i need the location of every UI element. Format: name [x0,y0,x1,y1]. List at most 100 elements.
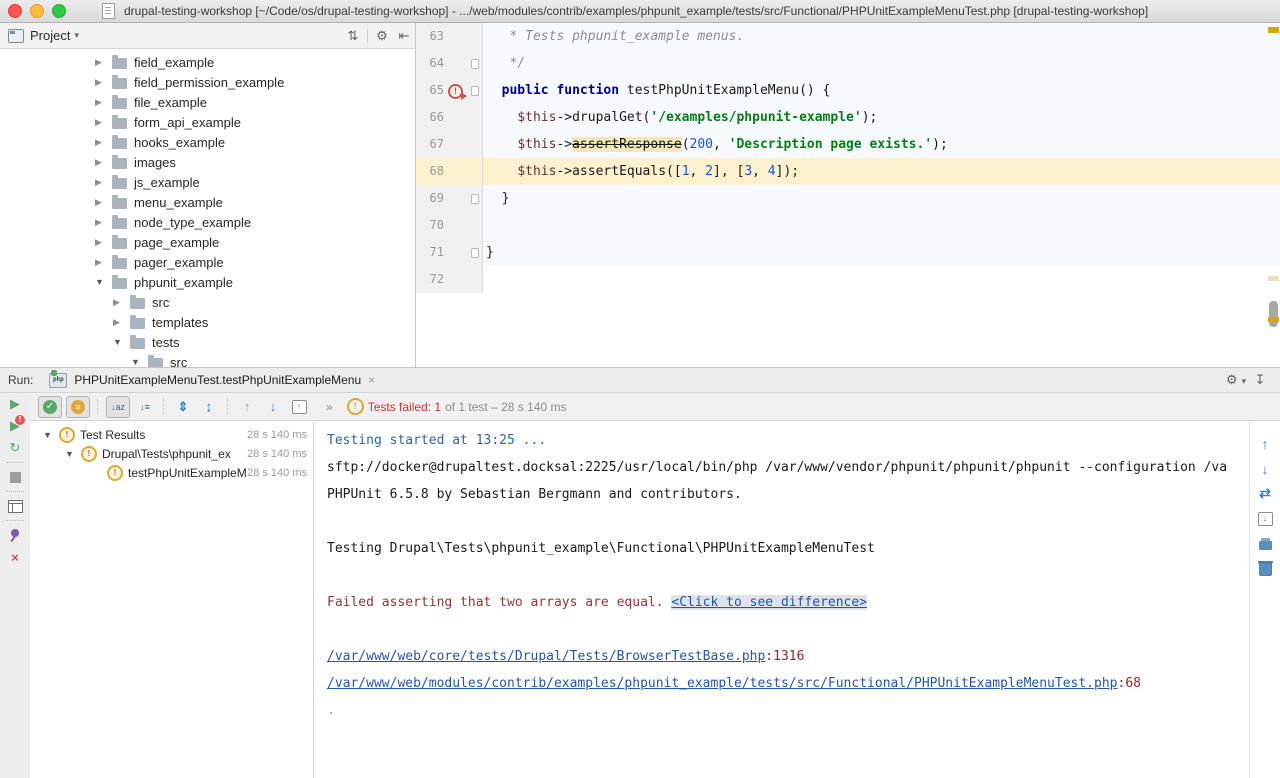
rerun-button[interactable]: ▶ [0,393,30,415]
close-panel-button[interactable]: × [0,546,30,568]
collapsed-arrow-icon[interactable]: ▶ [95,217,112,228]
fold-handle-icon[interactable] [471,86,479,96]
editor-line[interactable]: 64 */ [416,50,1280,77]
expanded-arrow-icon[interactable]: ▼ [131,357,148,367]
collapsed-arrow-icon[interactable]: ▶ [113,297,130,308]
collapsed-arrow-icon[interactable]: ▶ [95,157,112,168]
run-tab[interactable]: php PHPUnitExampleMenuTest.testPhpUnitEx… [49,373,375,388]
editor-line[interactable]: 66 $this->drupalGet('/examples/phpunit-e… [416,104,1280,131]
tree-item-hooks_example[interactable]: ▶hooks_example [0,132,415,152]
stop-button[interactable] [0,466,30,488]
previous-failed-test-button[interactable]: ↑ [236,397,258,417]
stacktrace-link[interactable]: /var/www/web/core/tests/Drupal/Tests/Bro… [327,649,765,664]
toolbar-overflow-chevron[interactable]: » [326,400,333,414]
rerun-failed-tests-button[interactable]: ▶! [0,415,30,437]
collapsed-arrow-icon[interactable]: ▶ [95,117,112,128]
tree-item-pager_example[interactable]: ▶pager_example [0,252,415,272]
scroll-to-end-button[interactable]: ↓ [1258,506,1273,531]
up-stack-trace-button[interactable]: ↑ [1262,431,1269,456]
test-failed-gutter-icon[interactable]: ! [448,84,463,99]
tree-item-src[interactable]: ▼src [0,352,415,367]
print-button[interactable] [1259,531,1272,556]
collapsed-arrow-icon[interactable]: ▶ [95,77,112,88]
project-panel-title[interactable]: Project [30,28,70,43]
tree-item-label: field_example [134,55,214,70]
gear-icon[interactable]: ⚙ [371,28,393,44]
collapsed-arrow-icon[interactable]: ▶ [95,237,112,248]
editor-line[interactable]: 70 [416,212,1280,239]
hide-panel-icon[interactable]: ⇤ [393,28,415,44]
close-tab-icon[interactable]: × [368,373,375,387]
stacktrace-link[interactable]: /var/www/web/modules/contrib/examples/ph… [327,676,1118,691]
test-tree-item[interactable]: ▼!Test Results28 s 140 ms [31,425,313,444]
test-tree-item[interactable]: ▼!Drupal\Tests\phpunit_ex28 s 140 ms [31,444,313,463]
code-editor[interactable]: 63 * Tests phpunit_example menus.64 */65… [416,23,1280,367]
hide-panel-icon[interactable]: ↧ [1248,372,1272,388]
collapsed-arrow-icon[interactable]: ▶ [95,137,112,148]
clear-all-button[interactable] [1259,556,1272,581]
collapsed-arrow-icon[interactable]: ▶ [95,197,112,208]
soft-wrap-toggle[interactable]: ⇄ [1259,481,1271,506]
down-stack-trace-button[interactable]: ↓ [1262,456,1269,481]
show-ignored-toggle[interactable]: ≡ [66,396,90,418]
tree-item-src[interactable]: ▶src [0,292,415,312]
tree-item-templates[interactable]: ▶templates [0,312,415,332]
chevron-down-icon[interactable]: ▾ [74,30,79,41]
pin-tab-button[interactable] [0,524,30,546]
collapse-all-icon[interactable]: ⇅ [342,28,364,44]
expanded-arrow-icon[interactable]: ▼ [113,337,130,347]
close-window-button[interactable] [8,4,22,18]
collapse-all-button[interactable]: ↨ [198,397,220,417]
editor-line[interactable]: 65! public function testPhpUnitExampleMe… [416,77,1280,104]
editor-line[interactable]: 72 [416,266,1280,293]
tree-item-menu_example[interactable]: ▶menu_example [0,192,415,212]
zoom-window-button[interactable] [52,4,66,18]
collapsed-arrow-icon[interactable]: ▶ [95,97,112,108]
error-stripe-mark[interactable] [1268,27,1279,33]
error-stripe-mark[interactable] [1268,317,1279,322]
editor-line[interactable]: 71} [416,239,1280,266]
tree-item-tests[interactable]: ▼tests [0,332,415,352]
error-stripe-mark[interactable] [1268,276,1279,281]
editor-gutter: 68 [416,158,483,185]
show-passed-toggle[interactable]: ✓ [38,396,62,418]
editor-scrollbar-thumb[interactable] [1269,301,1278,327]
collapsed-arrow-icon[interactable]: ▶ [95,57,112,68]
tree-item-form_api_example[interactable]: ▶form_api_example [0,112,415,132]
tree-item-js_example[interactable]: ▶js_example [0,172,415,192]
expanded-arrow-icon[interactable]: ▼ [95,277,112,287]
test-tree-item[interactable]: !testPhpUnitExampleM28 s 140 ms [31,463,313,482]
tree-item-file_example[interactable]: ▶file_example [0,92,415,112]
sort-by-duration-button[interactable]: ↓≡ [134,397,156,417]
tree-item-field_example[interactable]: ▶ field_example [0,52,415,72]
expanded-arrow-icon[interactable]: ▼ [43,430,59,440]
tree-item-page_example[interactable]: ▶page_example [0,232,415,252]
fold-handle-icon[interactable] [471,194,479,204]
editor-line[interactable]: 63 * Tests phpunit_example menus. [416,23,1280,50]
tree-item-field_permission_example[interactable]: ▶field_permission_example [0,72,415,92]
fold-handle-icon[interactable] [471,248,479,258]
run-label: Run: [8,373,33,387]
collapsed-arrow-icon[interactable]: ▶ [95,257,112,268]
tree-item-images[interactable]: ▶images [0,152,415,172]
minimize-window-button[interactable] [30,4,44,18]
toggle-auto-test-button[interactable]: ↻ [0,437,30,459]
next-failed-test-button[interactable]: ↓ [262,397,284,417]
editor-line[interactable]: 67 $this->assertResponse(200, 'Descripti… [416,131,1280,158]
stacktrace-link[interactable]: <Click to see difference> [671,595,867,610]
fold-column [467,158,483,185]
import-test-results-button[interactable]: ↑ [288,397,310,417]
stop-icon [10,472,21,483]
restore-layout-button[interactable] [0,495,30,517]
expanded-arrow-icon[interactable]: ▼ [65,449,81,459]
sort-alphabetically-toggle[interactable]: ↓az [106,396,130,418]
tree-item-node_type_example[interactable]: ▶node_type_example [0,212,415,232]
fold-handle-icon[interactable] [471,59,479,69]
tree-item-phpunit_example[interactable]: ▼phpunit_example [0,272,415,292]
editor-line[interactable]: 69 } [416,185,1280,212]
editor-line[interactable]: 68 $this->assertEquals([1, 2], [3, 4]); [416,158,1280,185]
gear-icon[interactable]: ⚙▾ [1224,372,1248,388]
collapsed-arrow-icon[interactable]: ▶ [113,317,130,328]
collapsed-arrow-icon[interactable]: ▶ [95,177,112,188]
expand-all-button[interactable]: ⇕ [172,397,194,417]
